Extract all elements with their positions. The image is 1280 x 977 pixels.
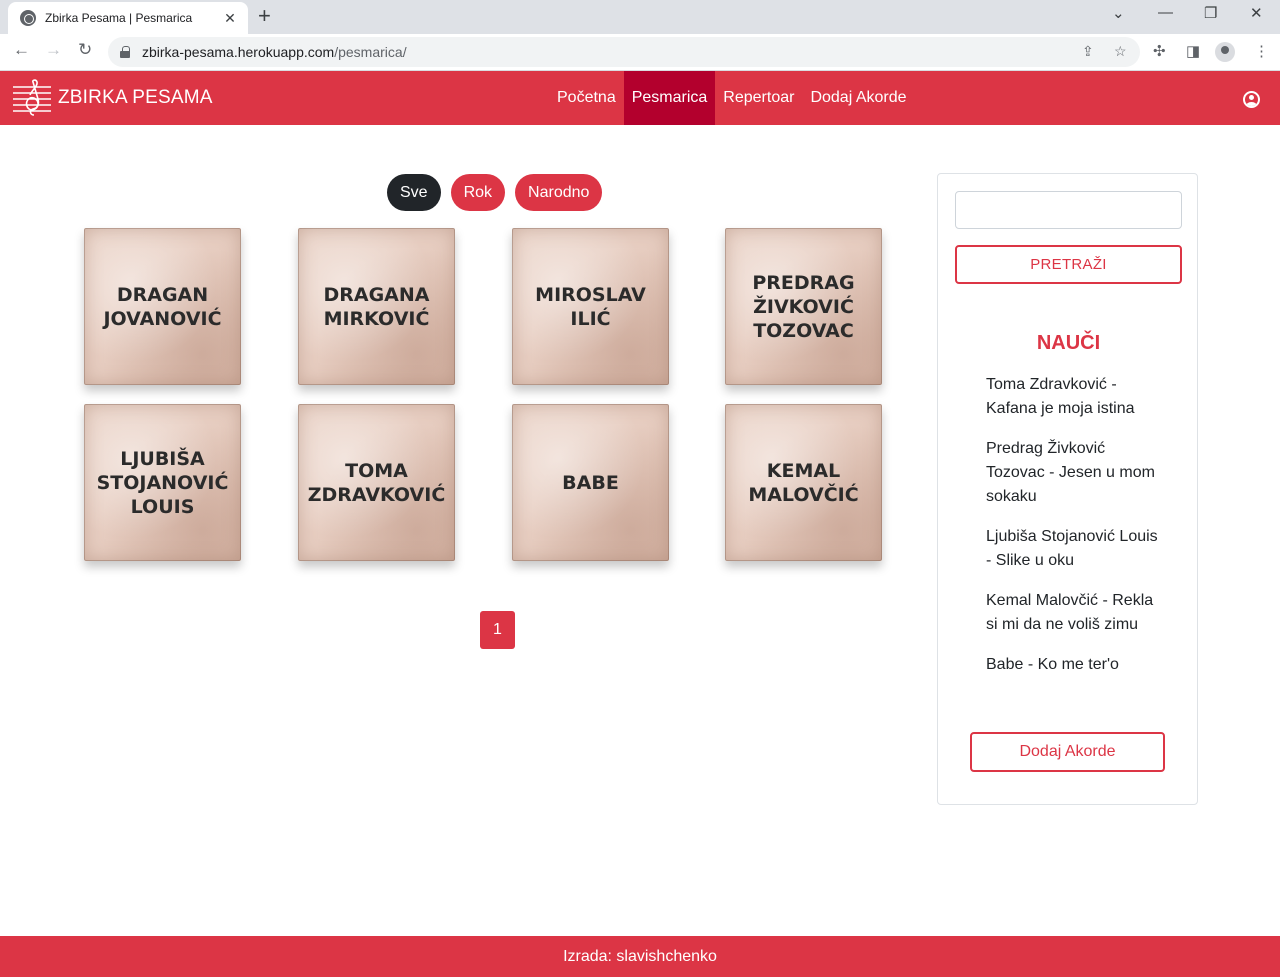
artist-name: MIROSLAV ILIĆ bbox=[535, 283, 646, 330]
user-account-icon[interactable] bbox=[1243, 91, 1260, 108]
tab-search-icon[interactable]: ⌄ bbox=[1112, 4, 1125, 22]
address-bar[interactable]: zbirka-pesama.herokuapp.com/pesmarica/ ⇪… bbox=[108, 37, 1140, 67]
nav-link-pesmarica[interactable]: Pesmarica bbox=[623, 71, 716, 125]
search-button[interactable]: PRETRAŽI bbox=[955, 245, 1182, 284]
nav-link-repertoar[interactable]: Repertoar bbox=[715, 71, 802, 125]
artist-name: TOMA ZDRAVKOVIĆ bbox=[307, 459, 446, 506]
browser-toolbar: ← → ↻ zbirka-pesama.herokuapp.com/pesmar… bbox=[0, 34, 1280, 71]
artist-card[interactable]: DRAGAN JOVANOVIĆ bbox=[84, 228, 241, 385]
sidebar: PRETRAŽI NAUČI Toma Zdravković - Kafana … bbox=[937, 173, 1198, 805]
globe-icon bbox=[20, 10, 36, 26]
artist-card[interactable]: KEMAL MALOVČIĆ bbox=[725, 404, 882, 561]
learn-song-link[interactable]: Babe - Ko me ter'o bbox=[986, 653, 1161, 677]
artist-name: PREDRAG ŽIVKOVIĆ TOZOVAC bbox=[752, 271, 855, 342]
filter-narodno[interactable]: Narodno bbox=[515, 174, 603, 211]
bookmark-star-icon[interactable]: ☆ bbox=[1114, 43, 1127, 60]
search-input[interactable] bbox=[955, 191, 1182, 229]
brand-name: ZBIRKA PESAMA bbox=[58, 87, 213, 108]
music-staff-logo-icon bbox=[13, 79, 51, 116]
artist-card[interactable]: BABE bbox=[512, 404, 669, 561]
restore-icon[interactable]: ❐ bbox=[1204, 4, 1217, 22]
reload-icon[interactable]: ↻ bbox=[78, 40, 92, 60]
filter-rok[interactable]: Rok bbox=[450, 174, 506, 211]
learn-song-link[interactable]: Ljubiša Stojanović Louis - Slike u oku bbox=[986, 525, 1161, 573]
learn-song-link[interactable]: Kemal Malovčić - Rekla si mi da ne voliš… bbox=[986, 589, 1161, 637]
url-host: zbirka-pesama.herokuapp.com bbox=[142, 44, 335, 60]
learn-heading: NAUČI bbox=[1036, 332, 1101, 354]
forward-icon[interactable]: → bbox=[45, 40, 62, 60]
artist-name: KEMAL MALOVČIĆ bbox=[748, 459, 859, 506]
learn-song-link[interactable]: Toma Zdravković - Kafana je moja istina bbox=[986, 373, 1161, 421]
close-window-icon[interactable]: ✕ bbox=[1250, 4, 1263, 22]
pagination-page-1[interactable]: 1 bbox=[480, 611, 515, 649]
site-navbar: ZBIRKA PESAMA Početna Pesmarica Repertoa… bbox=[0, 71, 1280, 125]
add-chords-button[interactable]: Dodaj Akorde bbox=[970, 732, 1165, 772]
minimize-icon[interactable]: — bbox=[1158, 4, 1173, 21]
artist-card[interactable]: PREDRAG ŽIVKOVIĆ TOZOVAC bbox=[725, 228, 882, 385]
learn-song-list: Toma Zdravković - Kafana je moja istina … bbox=[986, 373, 1161, 693]
browser-tab[interactable]: Zbirka Pesama | Pesmarica ✕ bbox=[8, 2, 248, 34]
browser-tab-bar: Zbirka Pesama | Pesmarica ✕ + ⌄ — ❐ ✕ bbox=[0, 0, 1280, 34]
learn-song-link[interactable]: Predrag Živković Tozovac - Jesen u mom s… bbox=[986, 437, 1161, 509]
nav-link-dodaj-akorde[interactable]: Dodaj Akorde bbox=[802, 71, 914, 125]
share-icon[interactable]: ⇪ bbox=[1082, 43, 1094, 60]
artist-name: DRAGAN JOVANOVIĆ bbox=[103, 283, 222, 330]
side-panel-icon[interactable]: ◨ bbox=[1186, 42, 1200, 60]
artist-name: BABE bbox=[562, 471, 619, 494]
url-path: /pesmarica/ bbox=[334, 44, 407, 60]
artist-card[interactable]: DRAGANA MIRKOVIĆ bbox=[298, 228, 455, 385]
artist-card[interactable]: TOMA ZDRAVKOVIĆ bbox=[298, 404, 455, 561]
artist-card[interactable]: LJUBIŠA STOJANOVIĆ LOUIS bbox=[84, 404, 241, 561]
lock-icon[interactable] bbox=[120, 46, 130, 58]
new-tab-icon[interactable]: + bbox=[258, 5, 271, 27]
extensions-icon[interactable]: ✣ bbox=[1153, 42, 1166, 60]
nav-link-pocetna[interactable]: Početna bbox=[549, 71, 624, 125]
close-tab-icon[interactable]: ✕ bbox=[222, 10, 238, 27]
genre-filters: Sve Rok Narodno bbox=[387, 174, 603, 211]
footer-credit: Izrada: slavishchenko bbox=[563, 948, 717, 965]
artist-name: LJUBIŠA STOJANOVIĆ LOUIS bbox=[96, 447, 229, 518]
brand[interactable]: ZBIRKA PESAMA bbox=[12, 79, 213, 117]
back-icon[interactable]: ← bbox=[13, 40, 30, 60]
tab-title: Zbirka Pesama | Pesmarica bbox=[45, 11, 193, 25]
main-nav: Početna Pesmarica Repertoar Dodaj Akorde bbox=[549, 71, 915, 125]
menu-icon[interactable]: ⋮ bbox=[1254, 42, 1269, 60]
footer: Izrada: slavishchenko bbox=[0, 936, 1280, 977]
filter-sve[interactable]: Sve bbox=[387, 174, 441, 211]
profile-icon[interactable] bbox=[1215, 42, 1235, 62]
artist-card[interactable]: MIROSLAV ILIĆ bbox=[512, 228, 669, 385]
artist-name: DRAGANA MIRKOVIĆ bbox=[323, 283, 430, 330]
